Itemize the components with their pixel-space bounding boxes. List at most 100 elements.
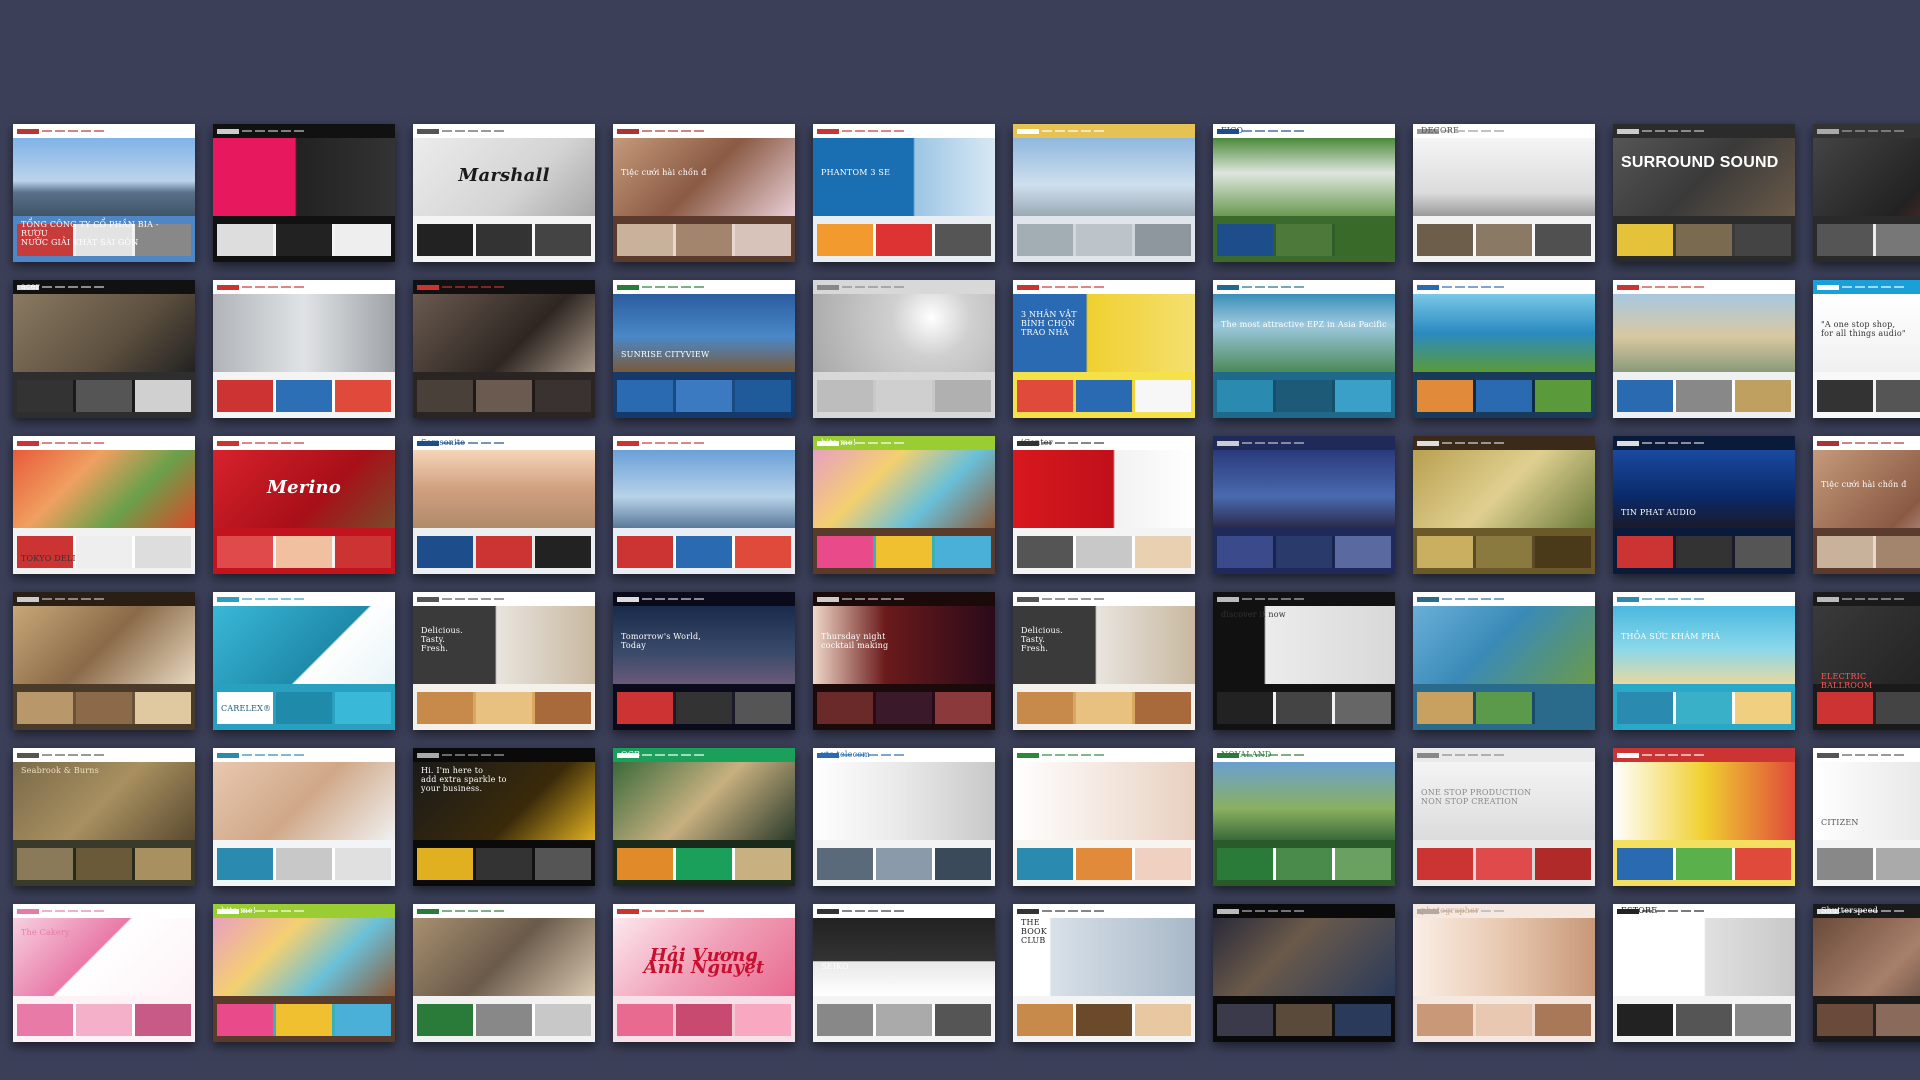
- nav-item-line: [68, 130, 78, 132]
- website-thumbnail-highrise-dusk[interactable]: [1213, 436, 1395, 574]
- thumbnail-content-strip: [417, 1004, 591, 1036]
- website-thumbnail-family-park[interactable]: [1413, 436, 1595, 574]
- content-block: [1817, 380, 1873, 412]
- website-thumbnail-seiko-watches[interactable]: SEIKO: [813, 904, 995, 1042]
- website-thumbnail-citizen-watch[interactable]: CITIZEN: [1813, 748, 1920, 886]
- website-thumbnail-icenter-iphone[interactable]: iCenter: [1013, 436, 1195, 574]
- website-thumbnail-resort-pool[interactable]: [1413, 280, 1595, 418]
- website-thumbnail-ocb-trophy[interactable]: OCB: [613, 748, 795, 886]
- thumbnail-content-strip: [1417, 1004, 1591, 1036]
- thumbnail-content-strip: [817, 1004, 991, 1036]
- website-thumbnail-estore-laptops[interactable]: ESTORE: [1613, 904, 1795, 1042]
- website-thumbnail-luggage-dark[interactable]: [1813, 124, 1920, 262]
- website-thumbnail-the-international-tower[interactable]: [613, 436, 795, 574]
- website-thumbnail-bellissimo-bakery-2[interactable]: Delicious. Tasty. Fresh.: [1013, 592, 1195, 730]
- content-block: [135, 848, 191, 880]
- website-thumbnail-shutterspeed-photo[interactable]: Shutterspeed: [1813, 904, 1920, 1042]
- website-thumbnail-laptop-deals-yellow[interactable]: [1613, 748, 1795, 886]
- website-thumbnail-sushi-restaurant[interactable]: TOKYO DELI: [13, 436, 195, 574]
- website-thumbnail-cupcake-colors-2[interactable]: bite me!: [213, 904, 395, 1042]
- website-thumbnail-book-club[interactable]: THE BOOK CLUB: [1013, 904, 1195, 1042]
- website-thumbnail-samsonite-luggage[interactable]: Samsonite: [413, 436, 595, 574]
- nav-item-line: [281, 286, 291, 288]
- website-thumbnail-wedding-hall[interactable]: Tiệc cưới hài chốn đ: [613, 124, 795, 262]
- website-thumbnail-red-balloons[interactable]: ONE STOP PRODUCTION NON STOP CREATION: [1413, 748, 1595, 886]
- content-block: [1676, 536, 1732, 568]
- content-block: [217, 536, 273, 568]
- website-thumbnail-headphones-store[interactable]: discover it now: [1213, 592, 1395, 730]
- nav-item-line: [494, 910, 504, 912]
- website-thumbnail-industrial-molds[interactable]: [213, 280, 395, 418]
- thumbnail-caption: 3 NHÂN VẬT BÌNH CHỌN TRAO NHÀ: [1021, 310, 1077, 337]
- website-thumbnail-decore-interior[interactable]: DECORE: [1413, 124, 1595, 262]
- nav-item-line: [1068, 910, 1078, 912]
- content-block: [1417, 848, 1473, 880]
- website-thumbnail-dark-livingroom[interactable]: [413, 280, 595, 418]
- website-thumbnail-luxury-lounge[interactable]: [13, 592, 195, 730]
- website-thumbnail-architecture-news[interactable]: [413, 904, 595, 1042]
- website-thumbnail-seabrook-burns[interactable]: Seabrook & Burns: [13, 748, 195, 886]
- website-thumbnail-thursday-cocktail[interactable]: Thursday night cocktail making: [813, 592, 995, 730]
- nav-item-line: [68, 442, 78, 444]
- nav-item-line: [494, 598, 504, 600]
- website-thumbnail-photographer-portfolio[interactable]: photographer: [1413, 904, 1595, 1042]
- website-thumbnail-vietnam-news-yellow[interactable]: 3 NHÂN VẬT BÌNH CHỌN TRAO NHÀ: [1013, 280, 1195, 418]
- thumbnail-hero-image: [613, 294, 795, 372]
- nav-item-line: [842, 910, 852, 912]
- nav-item-line: [481, 754, 491, 756]
- website-thumbnail-vtc-telecom[interactable]: vtc telecom: [813, 748, 995, 886]
- thumbnail-header-bar: [1213, 592, 1395, 606]
- website-thumbnail-marshall-speakers[interactable]: Marshall: [413, 124, 595, 262]
- nav-item-line: [694, 286, 704, 288]
- nav-item-line: [1868, 286, 1878, 288]
- website-thumbnail-electric-ballroom[interactable]: ELECTRIC BALLROOM: [1813, 592, 1920, 730]
- nav-item-line: [681, 286, 691, 288]
- website-thumbnail-wedding-hall-2[interactable]: Tiệc cưới hài chốn đ: [1813, 436, 1920, 574]
- website-thumbnail-nova-land[interactable]: NOVALAND: [1213, 748, 1395, 886]
- nav-item-line: [1842, 598, 1852, 600]
- website-thumbnail-tin-phat-audio[interactable]: TIN PHAT AUDIO: [1613, 436, 1795, 574]
- website-thumbnail-the-cakery[interactable]: The Cakery: [13, 904, 195, 1042]
- thumbnail-caption: bite me!: [221, 906, 257, 915]
- content-block: [135, 1004, 191, 1036]
- website-thumbnail-clean-spray[interactable]: CARELEX®: [213, 592, 395, 730]
- website-thumbnail-cupcake-colors[interactable]: bite me!: [813, 436, 995, 574]
- nav-item-line: [1042, 910, 1052, 912]
- website-thumbnail-dark-photography[interactable]: [1213, 904, 1395, 1042]
- thumbnail-content-strip: [817, 848, 991, 880]
- website-thumbnail-bellissimo-bakery[interactable]: Delicious. Tasty. Fresh.: [413, 592, 595, 730]
- website-thumbnail-sparkle-business[interactable]: Hi. I'm here to add extra sparkle to you…: [413, 748, 595, 886]
- website-thumbnail-tower-blue-sky[interactable]: [1013, 124, 1195, 262]
- nav-item-line: [1481, 598, 1491, 600]
- website-thumbnail-audio-one-stop[interactable]: "A one stop shop, for all things audio": [1813, 280, 1920, 418]
- thumbnail-caption: Tiệc cưới hài chốn đ: [621, 168, 707, 177]
- content-block: [817, 692, 873, 724]
- nav-item-line: [1855, 754, 1865, 756]
- website-thumbnail-healthcare-hands[interactable]: [213, 748, 395, 886]
- website-thumbnail-international-night[interactable]: Tomorrow's World, Today: [613, 592, 795, 730]
- website-thumbnail-acer-laptop[interactable]: acer: [13, 280, 195, 418]
- website-thumbnail-beach-tropical[interactable]: THỎA SỨC KHÁM PHÁ: [1613, 592, 1795, 730]
- website-thumbnail-grey-lightbulb[interactable]: [813, 280, 995, 418]
- nav-item-line: [1281, 442, 1291, 444]
- website-thumbnail-city-masterplan[interactable]: [1613, 280, 1795, 418]
- thumbnail-caption: acer: [21, 282, 40, 291]
- website-thumbnail-pink-fitness[interactable]: [213, 124, 395, 262]
- website-thumbnail-surround-sound[interactable]: SURROUND SOUND: [1613, 124, 1795, 262]
- website-thumbnail-baby-care[interactable]: [1013, 748, 1195, 886]
- thumbnail-caption: THE BOOK CLUB: [1021, 918, 1047, 945]
- content-block: [1735, 380, 1791, 412]
- website-thumbnail-drone-store[interactable]: PHANTOM 3 SE: [813, 124, 995, 262]
- content-block: [17, 380, 73, 412]
- website-thumbnail-merino-icecream[interactable]: Merino: [213, 436, 395, 574]
- website-thumbnail-sunrise-cityview[interactable]: SUNRISE CITYVIEW: [613, 280, 795, 418]
- content-block: [876, 380, 932, 412]
- website-thumbnail-epz-campus[interactable]: The most attractive EPZ in Asia Pacific: [1213, 280, 1395, 418]
- website-thumbnail-hai-vuong-anh-nguyet[interactable]: Hải Vương Ánh Nguyệt: [613, 904, 795, 1042]
- website-thumbnail-glass-roof-resort[interactable]: [1413, 592, 1595, 730]
- nav-item-line: [1894, 442, 1904, 444]
- nav-item-line: [894, 286, 904, 288]
- website-thumbnail-fico-aerial[interactable]: FICO: [1213, 124, 1395, 262]
- website-thumbnail-saigon-skyline[interactable]: TỔNG CÔNG TY CỔ PHẦN BIA - RƯỢU NƯỚC GIẢ…: [13, 124, 195, 262]
- thumbnail-content-strip: [217, 536, 391, 568]
